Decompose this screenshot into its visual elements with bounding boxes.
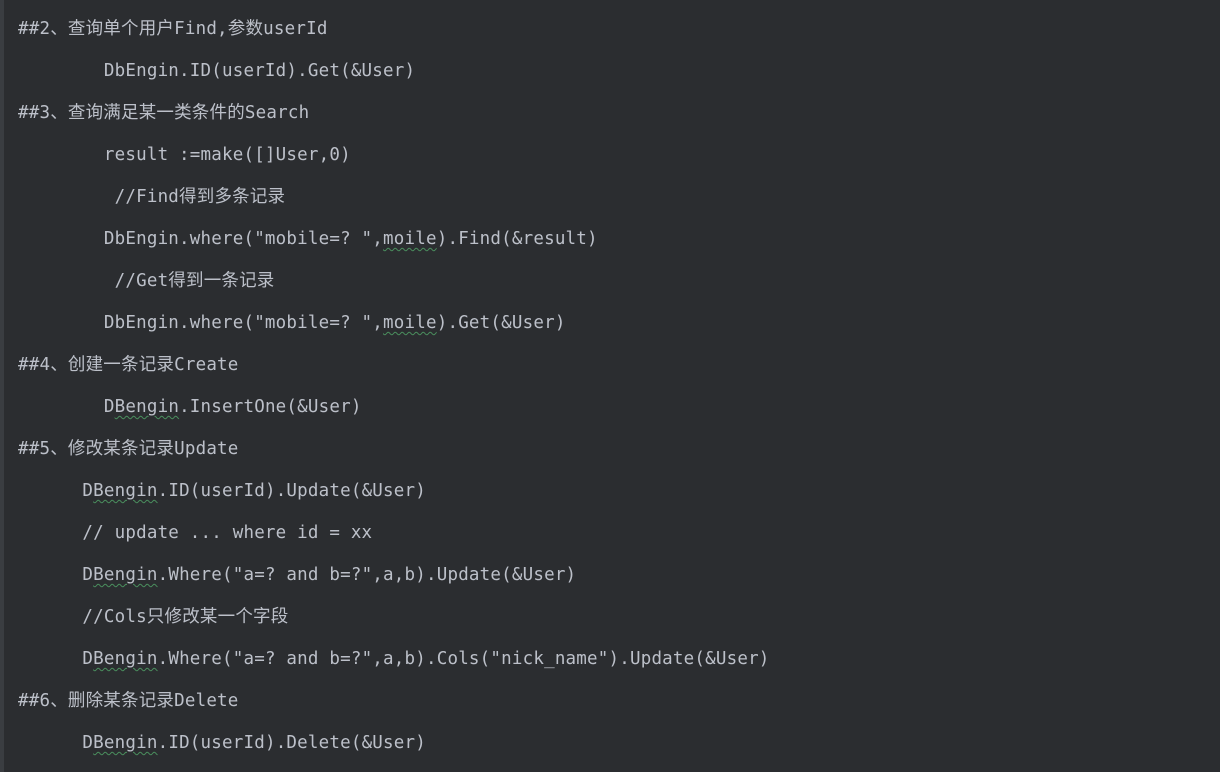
typo-underline: Bengin (93, 481, 157, 501)
typo-underline: Bengin (93, 649, 157, 669)
code-line: //Find得到多条记录 (18, 176, 1220, 218)
typo-underline: Bengin (93, 565, 157, 585)
code-editor[interactable]: ##2、查询单个用户Find,参数userId DbEngin.ID(userI… (0, 0, 1220, 772)
code-line: DBengin.ID(userId).Delete(&User) (18, 722, 1220, 764)
code-line: ##5、修改某条记录Update (18, 428, 1220, 470)
code-line: DBengin.Where("a=? and b=?",a,b).Cols("n… (18, 638, 1220, 680)
typo-underline: Bengin (115, 397, 179, 417)
code-line: DBengin.Where("a=? and b=?",a,b).Update(… (18, 554, 1220, 596)
code-line: DbEngin.where("mobile=? ",moile).Get(&Us… (18, 302, 1220, 344)
code-line: //Cols只修改某一个字段 (18, 596, 1220, 638)
typo-underline: Bengin (93, 733, 157, 753)
code-line: DbEngin.ID(userId).Get(&User) (18, 50, 1220, 92)
typo-underline: moile (383, 313, 437, 333)
typo-underline: moile (383, 229, 437, 249)
code-line: ##6、删除某条记录Delete (18, 680, 1220, 722)
code-line: ##2、查询单个用户Find,参数userId (18, 8, 1220, 50)
code-line: //Get得到一条记录 (18, 260, 1220, 302)
code-line: DBengin.ID(userId).Update(&User) (18, 470, 1220, 512)
code-line: ##4、创建一条记录Create (18, 344, 1220, 386)
code-line: DBengin.InsertOne(&User) (18, 386, 1220, 428)
code-line: ##3、查询满足某一类条件的Search (18, 92, 1220, 134)
code-line: // update ... where id = xx (18, 512, 1220, 554)
code-line: DbEngin.where("mobile=? ",moile).Find(&r… (18, 218, 1220, 260)
code-line: result :=make([]User,0) (18, 134, 1220, 176)
